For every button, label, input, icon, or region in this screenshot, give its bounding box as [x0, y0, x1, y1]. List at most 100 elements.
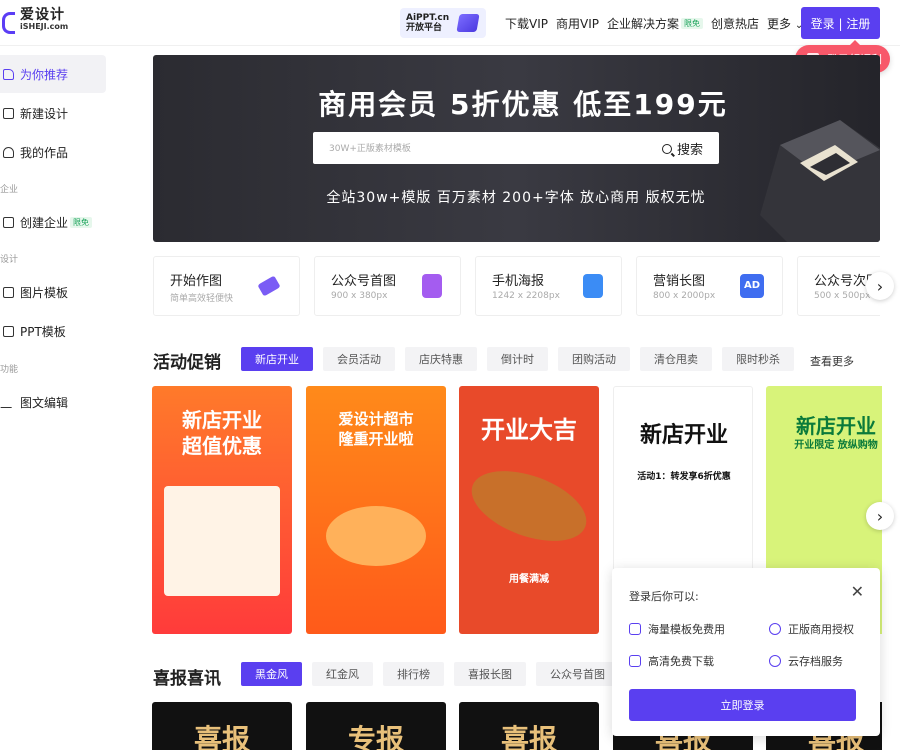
aippt-line2: 开放平台: [406, 23, 443, 33]
poster-title: 开业大吉: [481, 416, 577, 444]
nav-more-label: 更多: [767, 17, 792, 31]
sidebar-item-create-enterprise[interactable]: 创建企业 限免: [0, 203, 106, 241]
sidebar-item-image-templates[interactable]: 图片模板: [0, 273, 106, 311]
logo-name: 爱设计: [20, 7, 65, 23]
poster-card[interactable]: 新店开业 超值优惠: [152, 386, 292, 634]
search-input[interactable]: 30W+正版素材模板: [329, 141, 411, 154]
tab-member[interactable]: 会员活动: [323, 347, 395, 371]
nav-download-vip[interactable]: 下载VIP: [505, 15, 548, 32]
poster-title: 喜报: [193, 723, 250, 750]
nav-more[interactable]: 更多 ⌄: [767, 15, 803, 32]
poster-title: 新店开业: [796, 414, 876, 438]
view-more-link[interactable]: 查看更多: [810, 353, 854, 369]
poster-card[interactable]: 喜报: [152, 702, 292, 750]
tab-black-gold[interactable]: 黑金风: [241, 662, 302, 686]
chart-icon: [456, 14, 480, 32]
sidebar-section-design: 设计: [0, 255, 19, 265]
sidebar-item-label: PPT模板: [20, 324, 66, 339]
login-register-button[interactable]: 登录 | 注册: [801, 7, 880, 39]
briefcase-icon: [3, 216, 14, 228]
tab-red-gold[interactable]: 红金风: [312, 662, 373, 686]
card-wechat-header[interactable]: 公众号首图 900 x 380px: [314, 256, 461, 316]
plus-square-icon: [3, 107, 14, 119]
top-nav: 下载VIP 商用VIP 企业解决方案 限免 创意热店 更多 ⌄: [505, 15, 811, 32]
grid-icon: [3, 286, 14, 298]
nav-creative[interactable]: 创意热店: [711, 15, 759, 32]
document-icon: [422, 274, 442, 298]
sidebar-item-new-design[interactable]: 新建设计: [0, 94, 106, 132]
tab-new-store[interactable]: 新店开业: [241, 347, 313, 371]
close-icon[interactable]: ✕: [851, 582, 864, 601]
card-sub: 900 x 380px: [331, 291, 388, 301]
card-mobile-poster[interactable]: 手机海报 1242 x 2208px: [475, 256, 622, 316]
login-popup: 登录后你可以: ✕ 海量模板免费用 正版商用授权 高清免费下载 云存档服务 立即…: [612, 568, 880, 736]
card-start-design[interactable]: 开始作图 简单高效轻便快: [153, 256, 300, 316]
news-tabs: 黑金风 红金风 排行榜 喜报长图 公众号首图: [241, 662, 613, 686]
search-icon: [661, 143, 672, 154]
sidebar-item-ppt-templates[interactable]: PPT模板: [0, 312, 106, 350]
tab-long-image[interactable]: 喜报长图: [454, 662, 526, 686]
card-name: 开始作图: [170, 274, 223, 289]
card-sub: 500 x 500px: [814, 291, 871, 301]
tab-anniversary[interactable]: 店庆特惠: [405, 347, 477, 371]
feature-label: 云存档服务: [788, 655, 843, 668]
presentation-icon: [3, 325, 14, 337]
feature-download: 高清免费下载: [629, 653, 714, 669]
poster-card[interactable]: 喜报: [459, 702, 599, 750]
nav-commercial-vip[interactable]: 商用VIP: [556, 15, 599, 32]
login-now-button[interactable]: 立即登录: [629, 689, 856, 721]
sidebar-item-label: 为你推荐: [20, 67, 69, 82]
fish-dish-image: [462, 457, 596, 555]
promo-tabs: 新店开业 会员活动 店庆特惠 倒计时 团购活动 清仓甩卖 限时秒杀: [241, 347, 813, 371]
tab-clearance[interactable]: 清仓甩卖: [640, 347, 712, 371]
free-badge: 限免: [681, 18, 704, 29]
news-section-title: 喜报喜讯: [153, 669, 221, 689]
registered-icon: [769, 623, 781, 635]
poster-sub: 用餐满减: [509, 574, 549, 585]
grid-icon: [629, 623, 641, 635]
poster-title: 新店开业: [182, 408, 262, 432]
sidebar-section-enterprise: 企业: [0, 185, 19, 195]
sidebar-item-label: 图片模板: [20, 285, 69, 300]
poster-sub: 隆重开业啦: [338, 430, 414, 448]
banner-search-box[interactable]: 30W+正版素材模板 搜索: [313, 132, 719, 164]
sidebar-item-label: 新建设计: [20, 106, 69, 121]
thumbs-up-icon: [3, 68, 14, 80]
tab-flash-sale[interactable]: 限时秒杀: [722, 347, 794, 371]
cards-next-arrow[interactable]: ›: [866, 272, 894, 300]
card-sub: 1242 x 2208px: [492, 291, 560, 301]
site-logo[interactable]: 爱设计 iSHEJI.com: [0, 7, 68, 34]
sidebar-item-label: 创建企业: [20, 215, 69, 230]
sidebar-item-my-works[interactable]: 我的作品: [0, 133, 106, 171]
card-long-image[interactable]: 营销长图 800 x 2000px AD: [636, 256, 783, 316]
tab-group-buy[interactable]: 团购活动: [558, 347, 630, 371]
poster-card[interactable]: 专报: [306, 702, 446, 750]
tab-wechat-header[interactable]: 公众号首图: [536, 662, 613, 686]
coupon-panel: [164, 486, 280, 596]
posters-next-arrow[interactable]: ›: [866, 502, 894, 530]
cube-logo-icon: [760, 120, 880, 242]
card-sub: 800 x 2000px: [653, 291, 716, 301]
tab-ranking[interactable]: 排行榜: [383, 662, 444, 686]
nav-enterprise[interactable]: 企业解决方案 限免: [607, 15, 704, 32]
poster-card[interactable]: 爱设计超市 隆重开业啦: [306, 386, 446, 634]
feature-label: 高清免费下载: [648, 655, 714, 668]
tab-countdown[interactable]: 倒计时: [487, 347, 548, 371]
poster-sub: 活动1：转发享6折优惠: [637, 472, 731, 482]
feature-templates: 海量模板免费用: [629, 621, 725, 637]
sidebar-item-recommend[interactable]: 为你推荐: [0, 55, 106, 93]
search-button[interactable]: 搜索: [661, 139, 703, 158]
sidebar-item-label: 我的作品: [20, 145, 69, 160]
pen-icon: [0, 396, 17, 408]
poster-card[interactable]: 开业大吉 用餐满减: [459, 386, 599, 634]
popup-title: 登录后你可以:: [629, 590, 699, 603]
aippt-banner[interactable]: AiPPT.cn 开放平台: [400, 8, 486, 38]
hero-banner[interactable]: 商用会员 5折优惠 低至199元 30W+正版素材模板 搜索 全站30w+模版 …: [153, 55, 880, 242]
product-stage: [326, 506, 426, 566]
poster-title: 爱设计超市: [338, 410, 414, 428]
poster-title: 专报: [347, 723, 404, 750]
quick-create-cards: 开始作图 简单高效轻便快 公众号首图 900 x 380px 手机海报 1242…: [153, 256, 880, 316]
sidebar-item-text-edit[interactable]: 图文编辑: [0, 383, 106, 421]
nav-enterprise-label: 企业解决方案: [607, 17, 680, 31]
top-header: 爱设计 iSHEJI.com AiPPT.cn 开放平台 下载VIP 商用VIP…: [0, 0, 900, 46]
